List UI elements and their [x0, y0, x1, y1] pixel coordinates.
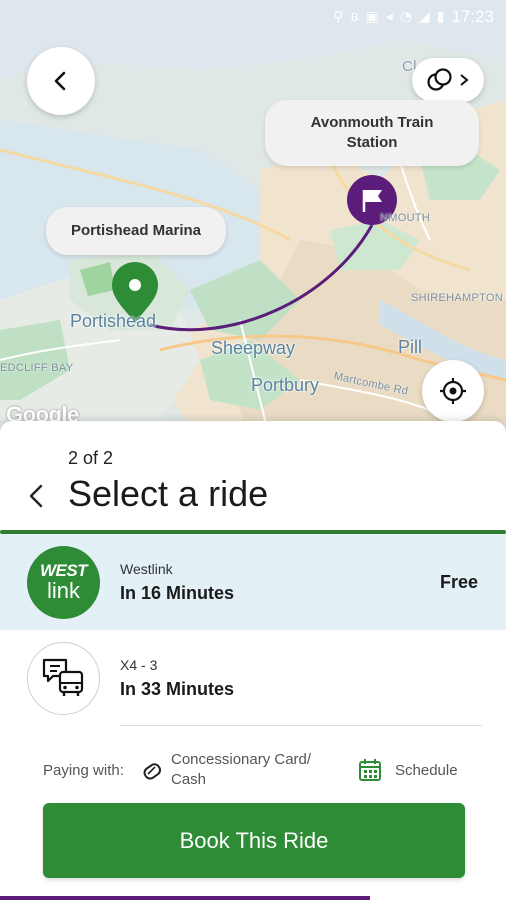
progress-accent-bar	[0, 896, 370, 900]
origin-callout[interactable]: Portishead Marina	[46, 207, 226, 255]
map-back-button[interactable]	[27, 47, 95, 115]
map-view[interactable]: ⚲ ʙ ▣ ◂ ◔ ◢ ▮ 17:23 Cl g Portishead Shee…	[0, 0, 506, 440]
bluetooth-status-icon: ʙ	[350, 9, 359, 25]
status-bar: ⚲ ʙ ▣ ◂ ◔ ◢ ▮ 17:23	[0, 0, 506, 34]
westlink-logo: WEST link	[27, 545, 100, 619]
locate-icon	[440, 378, 466, 404]
back-arrow-icon	[29, 484, 43, 508]
bus-logo	[27, 641, 100, 715]
ride-option-x4[interactable]: X4 - 3 In 33 Minutes	[0, 630, 506, 726]
ride-eta: In 16 Minutes	[120, 582, 235, 603]
chevron-right-icon	[460, 74, 469, 86]
map-layers-button[interactable]	[412, 58, 484, 102]
row-divider	[120, 725, 482, 726]
battery-status-icon: ▮	[436, 9, 445, 25]
westlink-logo-line1: WEST	[39, 560, 88, 580]
locate-me-button[interactable]	[422, 360, 484, 422]
book-ride-button[interactable]: Book This Ride	[43, 803, 465, 878]
ride-price: Free	[439, 571, 478, 592]
signal-status-icon: ◢	[418, 9, 430, 25]
mute-status-icon: ◂	[385, 9, 393, 25]
map-label-redcliff-bay: EDCLIFF BAY	[0, 362, 74, 374]
ride-name: Westlink	[120, 560, 173, 577]
destination-callout[interactable]: Avonmouth Train Station	[265, 100, 479, 166]
ride-option-westlink[interactable]: WEST link Westlink In 16 Minutes Free	[0, 534, 506, 630]
map-label-portbury: Portbury	[251, 375, 320, 395]
location-status-icon: ⚲	[333, 9, 344, 25]
card-icon	[143, 763, 162, 780]
ride-eta: In 33 Minutes	[120, 678, 235, 699]
bus-chat-icon	[42, 658, 83, 696]
map-label-shirehampton: SHIREHAMPTON	[411, 292, 504, 304]
schedule-link[interactable]: Schedule	[395, 762, 458, 779]
payment-label: Paying with:	[43, 762, 124, 779]
nfc-status-icon: ▣	[365, 9, 379, 25]
wifi-status-icon: ◔	[399, 9, 412, 25]
ride-name: X4 - 3	[120, 656, 158, 673]
page-title: Select a ride	[68, 473, 269, 514]
status-time: 17:23	[451, 7, 494, 26]
map-label-portishead: Portishead	[70, 311, 157, 331]
payment-row: Paying with: Concessionary Card/ Cash Sc…	[0, 747, 506, 791]
sheet-back-button[interactable]	[22, 481, 50, 511]
map-label-pill: Pill	[398, 337, 423, 357]
ride-selection-sheet: 2 of 2 Select a ride WEST link Westlink …	[0, 421, 506, 900]
step-indicator: 2 of 2	[68, 448, 114, 468]
map-label-sheepway: Sheepway	[211, 338, 296, 358]
payment-method-link[interactable]: Concessionary Card/ Cash	[171, 750, 341, 790]
back-arrow-icon	[54, 71, 66, 91]
calendar-icon	[359, 759, 381, 781]
map-label-avonmouth: NMOUTH	[380, 212, 431, 224]
layers-icon	[427, 68, 452, 91]
westlink-logo-line2: link	[46, 577, 80, 603]
